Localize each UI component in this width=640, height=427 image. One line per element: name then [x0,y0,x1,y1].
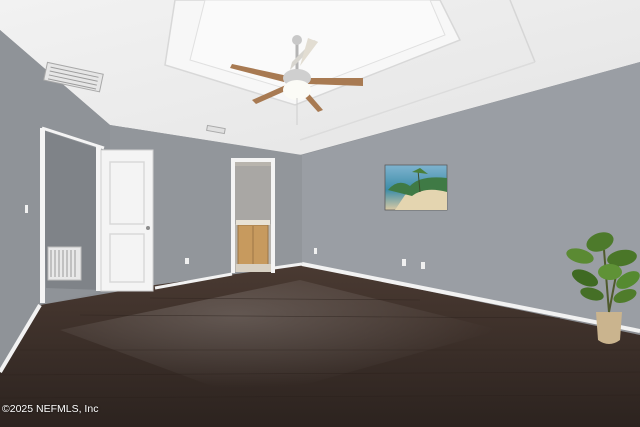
watermark-text: ©2025 NEFMLS, Inc [2,403,99,415]
door-handle[interactable] [146,226,150,230]
door-icon[interactable] [100,149,154,292]
bedroom-photo: ©2025 NEFMLS, Inc [0,0,640,427]
room-scene [0,0,640,427]
outlet-icon [185,258,189,264]
painting-icon [384,164,448,211]
air-vent-icon [47,246,82,281]
